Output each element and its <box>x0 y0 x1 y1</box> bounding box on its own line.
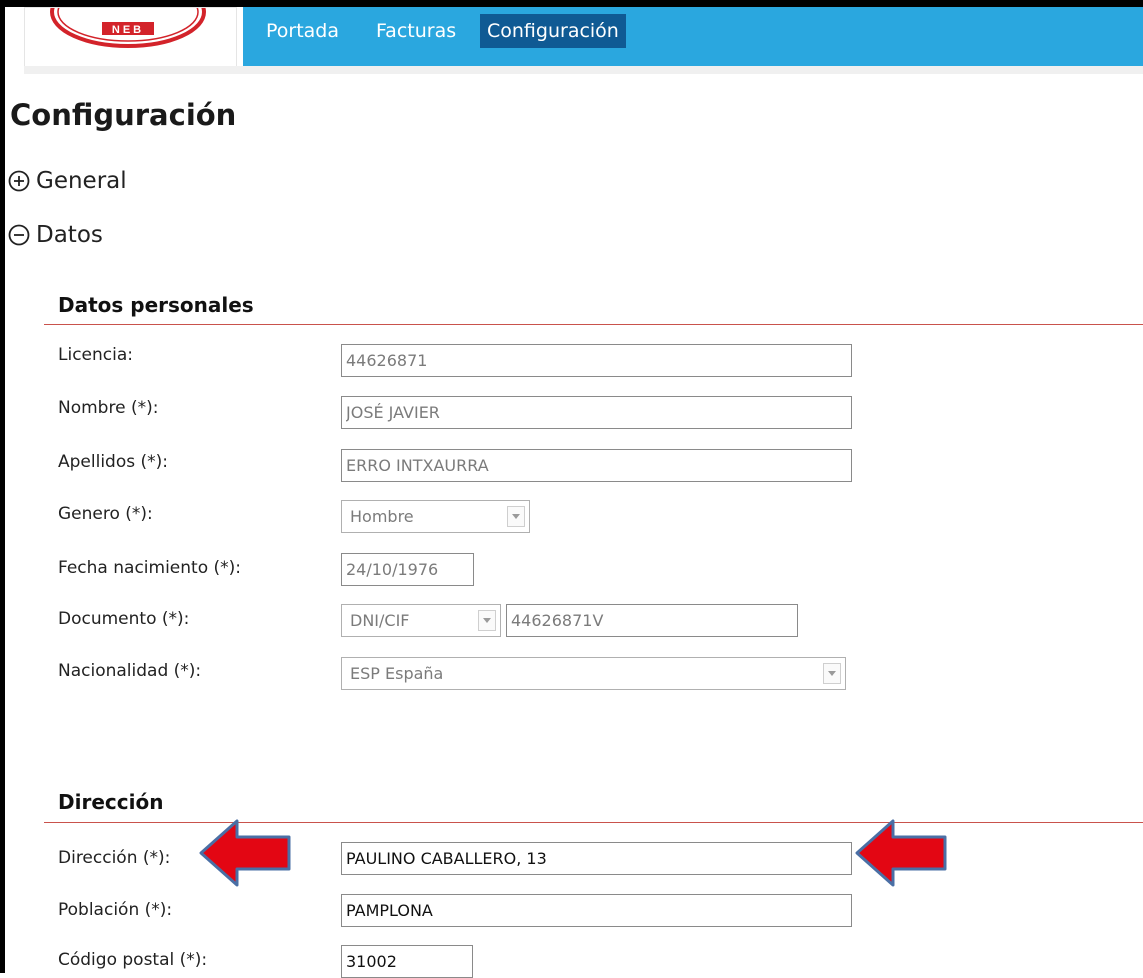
nombre-input[interactable] <box>341 396 852 429</box>
section-toggle-general[interactable]: General <box>8 166 127 196</box>
page-title: Configuración <box>10 98 237 132</box>
documento-type-select[interactable]: DNI/CIF <box>341 604 501 637</box>
section-toggle-datos[interactable]: Datos <box>8 220 103 250</box>
subsection-title-datos-personales: Datos personales <box>58 293 254 317</box>
label-fecha-nacimiento: Fecha nacimiento (*): <box>58 558 241 578</box>
section-label-general: General <box>36 168 127 194</box>
nav-item-portada[interactable]: Portada <box>259 14 346 48</box>
poblacion-input[interactable] <box>341 894 852 927</box>
label-licencia: Licencia: <box>58 345 133 365</box>
chevron-down-icon <box>823 663 841 684</box>
nav-item-configuracion[interactable]: Configuración <box>480 14 626 48</box>
neb-logo-icon: NEB <box>50 8 206 48</box>
label-codigo-postal: Código postal (*): <box>58 950 208 970</box>
annotation-arrow-left-icon <box>855 819 947 887</box>
label-apellidos: Apellidos (*): <box>58 452 168 472</box>
nacionalidad-select[interactable]: ESP España <box>341 657 846 690</box>
plus-circle-icon <box>8 170 30 192</box>
codigo-postal-input[interactable] <box>341 945 473 978</box>
label-poblacion: Población (*): <box>58 900 173 920</box>
annotation-arrow-left-icon <box>199 819 291 887</box>
svg-text:NEB: NEB <box>112 24 144 36</box>
label-genero: Genero (*): <box>58 504 153 524</box>
main-nav: Portada Facturas Configuración <box>243 7 1143 66</box>
nacionalidad-selected-value: ESP España <box>350 664 444 683</box>
nav-item-facturas[interactable]: Facturas <box>369 14 463 48</box>
logo[interactable]: NEB <box>24 7 237 68</box>
chevron-down-icon <box>478 610 496 631</box>
direccion-input[interactable] <box>341 842 852 875</box>
label-nombre: Nombre (*): <box>58 398 159 418</box>
chevron-down-icon <box>507 506 525 527</box>
documento-type-value: DNI/CIF <box>350 611 410 630</box>
screenshot-frame-top <box>0 0 1143 7</box>
label-nacionalidad: Nacionalidad (*): <box>58 661 202 681</box>
genero-select[interactable]: Hombre <box>341 500 530 533</box>
label-documento: Documento (*): <box>58 609 190 629</box>
fecha-nacimiento-input[interactable] <box>341 553 474 586</box>
subsection-rule <box>44 324 1143 325</box>
section-label-datos: Datos <box>36 222 103 248</box>
genero-selected-value: Hombre <box>350 507 414 526</box>
documento-number-input[interactable] <box>506 604 798 637</box>
apellidos-input[interactable] <box>341 449 852 482</box>
nav-underline <box>24 66 1143 74</box>
minus-circle-icon <box>8 224 30 246</box>
label-direccion: Dirección (*): <box>58 848 171 868</box>
subsection-title-direccion: Dirección <box>58 790 164 814</box>
licencia-input[interactable] <box>341 344 852 377</box>
screenshot-frame-left <box>0 0 5 973</box>
